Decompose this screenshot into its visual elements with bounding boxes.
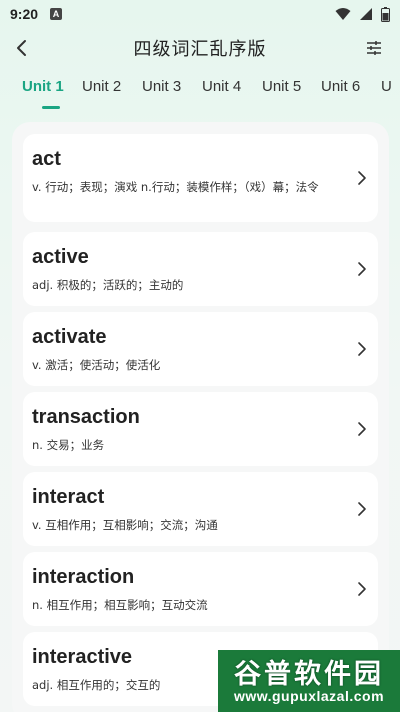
tab-unit-7-partial[interactable]: U [381, 78, 392, 95]
tab-unit-2[interactable]: Unit 2 [82, 78, 121, 95]
watermark-logo-text: 谷普软件园 [234, 659, 384, 690]
chevron-right-icon [358, 582, 366, 596]
word-meaning: v. 互相作用；互相影响；交流；沟通 [32, 518, 218, 532]
word-card[interactable]: interact v. 互相作用；互相影响；交流；沟通 [23, 472, 378, 546]
word-meaning: adj. 积极的；活跃的；主动的 [32, 278, 184, 292]
tab-unit-1[interactable]: Unit 1 [22, 78, 64, 95]
tab-unit-5[interactable]: Unit 5 [262, 78, 301, 95]
battery-icon [381, 6, 390, 22]
page-title: 四级词汇乱序版 [133, 39, 267, 60]
word-card[interactable]: activate v. 激活；使活动；使活化 [23, 312, 378, 386]
word-meaning: v. 行动；表现；演戏 n.行动；装模作样；（戏）幕；法令 [32, 180, 319, 194]
chevron-right-icon [358, 342, 366, 356]
word-text: interaction [32, 566, 135, 588]
chevron-right-icon [358, 422, 366, 436]
word-text: interactive [32, 646, 133, 668]
back-button[interactable] [8, 34, 36, 62]
status-icons [335, 6, 390, 22]
word-text: transaction [32, 406, 140, 428]
active-tab-indicator [42, 106, 60, 109]
notification-icon: A [50, 8, 63, 20]
word-meaning: v. 激活；使活动；使活化 [32, 358, 161, 372]
unit-tabs: Unit 1 Unit 2 Unit 3 Unit 4 Unit 5 Unit … [0, 70, 400, 110]
filter-button[interactable] [360, 34, 388, 62]
sliders-icon [367, 41, 381, 55]
tab-unit-3[interactable]: Unit 3 [142, 78, 181, 95]
word-meaning: n. 相互作用；相互影响；互动交流 [32, 598, 208, 612]
chevron-right-icon [358, 171, 366, 185]
back-arrow-icon [17, 40, 26, 56]
word-text: activate [32, 326, 107, 348]
word-text: interact [32, 486, 105, 508]
word-card[interactable]: act v. 行动；表现；演戏 n.行动；装模作样；（戏）幕；法令 [23, 134, 378, 222]
chevron-right-icon [358, 262, 366, 276]
wifi-icon [335, 8, 351, 20]
status-bar: 9:20 A [0, 0, 400, 28]
tab-unit-6[interactable]: Unit 6 [321, 78, 360, 95]
tab-unit-4[interactable]: Unit 4 [202, 78, 241, 95]
app-header: 四级词汇乱序版 [0, 28, 400, 68]
word-meaning: n. 交易；业务 [32, 438, 105, 452]
word-text: act [32, 148, 61, 170]
signal-icon [360, 8, 372, 20]
word-card[interactable]: transaction n. 交易；业务 [23, 392, 378, 466]
word-card[interactable]: active adj. 积极的；活跃的；主动的 [23, 232, 378, 306]
status-time: 9:20 [10, 6, 39, 22]
site-watermark: 谷普软件园 www.gupuxlazal.com [218, 650, 400, 712]
word-list-panel: act v. 行动；表现；演戏 n.行动；装模作样；（戏）幕；法令 active… [12, 122, 389, 712]
word-text: active [32, 246, 89, 268]
watermark-url: www.gupuxlazal.com [233, 688, 385, 704]
chevron-right-icon [358, 502, 366, 516]
word-card[interactable]: interaction n. 相互作用；相互影响；互动交流 [23, 552, 378, 626]
